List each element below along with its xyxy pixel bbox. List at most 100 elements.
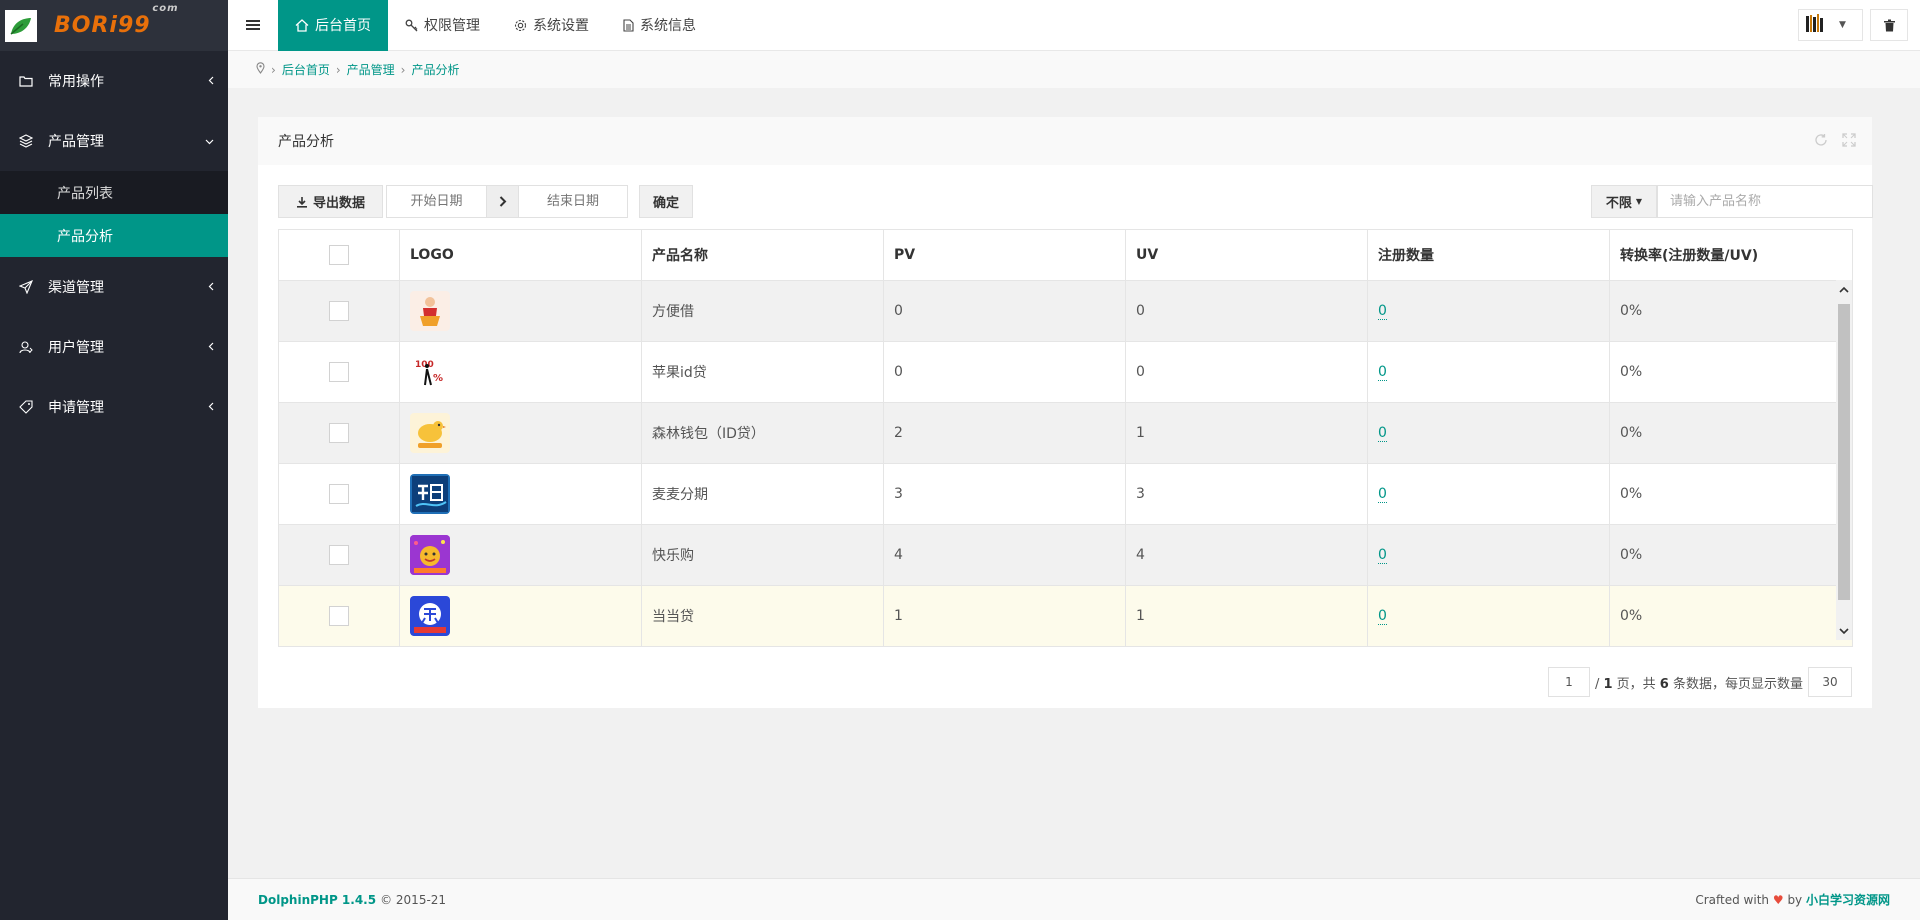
row-checkbox[interactable] (329, 606, 349, 626)
sidebar-item-product[interactable]: 产品管理 (0, 111, 228, 171)
tab-home[interactable]: 后台首页 (278, 0, 388, 51)
logo-cell (400, 525, 642, 585)
toolbar: 导出数据 确定 不限 ▼ (278, 185, 1873, 219)
heart-icon: ♥ (1772, 893, 1784, 907)
topbar: 后台首页 权限管理 系统设置 系统信息 ▼ (228, 0, 1920, 51)
row-select-cell (279, 342, 400, 402)
refresh-icon[interactable] (1814, 133, 1828, 151)
table-row[interactable]: 森林钱包（ID贷） 2 1 0 0% (279, 402, 1852, 463)
uv-value: 4 (1126, 525, 1368, 585)
gear-icon (514, 19, 527, 32)
pv-value: 0 (884, 342, 1126, 402)
clear-cache-button[interactable] (1870, 9, 1908, 41)
filter-dropdown[interactable]: 不限 ▼ (1591, 185, 1657, 218)
row-checkbox[interactable] (329, 423, 349, 443)
confirm-button[interactable]: 确定 (639, 185, 693, 218)
breadcrumb-product[interactable]: 产品管理 (347, 61, 395, 78)
table-row[interactable]: 当当贷 1 1 0 0% (279, 585, 1852, 646)
registration-cell: 0 (1368, 525, 1610, 585)
column-header-logo[interactable]: LOGO (400, 230, 642, 280)
table-row[interactable]: 方便借 0 0 0 0% (279, 280, 1852, 341)
product-logo (410, 535, 450, 575)
registration-count-link[interactable]: 0 (1378, 486, 1387, 503)
uv-value: 0 (1126, 342, 1368, 402)
scroll-up-arrow[interactable] (1836, 280, 1852, 298)
send-icon (18, 279, 34, 295)
sidebar-subitem-product-analysis[interactable]: 产品分析 (0, 214, 228, 257)
registration-count-link[interactable]: 0 (1378, 547, 1387, 564)
column-header-registrations[interactable]: 注册数量 (1368, 230, 1610, 280)
footer-site-link[interactable]: 小白学习资源网 (1806, 893, 1890, 907)
registration-count-link[interactable]: 0 (1378, 303, 1387, 320)
breadcrumb-analysis[interactable]: 产品分析 (411, 61, 459, 78)
user-menu-button[interactable]: ▼ (1798, 9, 1863, 41)
uv-value: 3 (1126, 464, 1368, 524)
sidebar-item-label: 渠道管理 (48, 280, 104, 296)
chevron-left-icon (208, 279, 214, 295)
caret-down-icon: ▼ (1839, 20, 1846, 30)
sidebar-subitem-product-list[interactable]: 产品列表 (0, 171, 228, 214)
start-date-input[interactable] (386, 185, 487, 218)
row-select-cell (279, 586, 400, 646)
scroll-down-arrow[interactable] (1836, 622, 1852, 640)
end-date-input[interactable] (518, 185, 628, 218)
table-scrollbar[interactable] (1836, 280, 1852, 640)
row-checkbox[interactable] (329, 545, 349, 565)
select-all-checkbox[interactable] (329, 245, 349, 265)
scrollbar-thumb[interactable] (1838, 304, 1850, 600)
breadcrumb-separator: › (271, 62, 276, 77)
leaf-icon (5, 9, 37, 42)
table-row[interactable]: 麦麦分期 3 3 0 0% (279, 463, 1852, 524)
card-header: 产品分析 (258, 117, 1872, 165)
sidebar-item-channel[interactable]: 渠道管理 (0, 257, 228, 317)
pv-value: 0 (884, 281, 1126, 341)
registration-count-link[interactable]: 0 (1378, 425, 1387, 442)
page-number-input[interactable] (1547, 667, 1590, 697)
registration-count-link[interactable]: 0 (1378, 364, 1387, 381)
sidebar-item-label: 常用操作 (48, 74, 104, 90)
product-logo (410, 596, 450, 636)
sidebar-item-label: 用户管理 (48, 340, 104, 356)
tab-settings[interactable]: 系统设置 (497, 0, 606, 51)
subitem-label: 产品分析 (57, 228, 113, 245)
product-search-input[interactable] (1657, 185, 1873, 218)
sidebar-item-common[interactable]: 常用操作 (0, 51, 228, 111)
registration-cell: 0 (1368, 342, 1610, 402)
table-row[interactable]: 100% 苹果id贷 0 0 0 0% (279, 341, 1852, 402)
row-checkbox[interactable] (329, 484, 349, 504)
row-checkbox[interactable] (329, 301, 349, 321)
sidebar-item-apply[interactable]: 申请管理 (0, 377, 228, 437)
tab-permission[interactable]: 权限管理 (388, 0, 497, 51)
column-header-uv[interactable]: UV (1126, 230, 1368, 280)
content-card: 产品分析 导出数据 确定 不限 ▼ LOGO 产 (258, 117, 1873, 708)
sidebar-item-user[interactable]: 用户管理 (0, 317, 228, 377)
pv-value: 2 (884, 403, 1126, 463)
fullscreen-icon[interactable] (1842, 133, 1856, 151)
tab-label: 系统信息 (640, 18, 696, 34)
page-size-input[interactable] (1808, 667, 1852, 697)
conversion-rate: 0% (1620, 303, 1643, 319)
table-row[interactable]: 快乐购 4 4 0 0% (279, 524, 1852, 585)
export-button[interactable]: 导出数据 (278, 185, 383, 218)
logo[interactable]: BORi99 com (0, 0, 228, 51)
product-name: 麦麦分期 (642, 464, 884, 524)
map-marker-icon (256, 62, 265, 77)
product-name: 当当贷 (642, 586, 884, 646)
tab-system-info[interactable]: 系统信息 (606, 0, 713, 51)
chevron-right-icon (499, 196, 506, 207)
column-header-pv[interactable]: PV (884, 230, 1126, 280)
breadcrumb-home[interactable]: 后台首页 (282, 61, 330, 78)
column-header-name[interactable]: 产品名称 (642, 230, 884, 280)
column-header-conversion[interactable]: 转换率(注册数量/UV) (1610, 230, 1852, 280)
menu-toggle-button[interactable] (228, 0, 278, 51)
row-checkbox[interactable] (329, 362, 349, 382)
footer-brand[interactable]: DolphinPHP 1.4.5 (258, 893, 376, 907)
pv-value: 4 (884, 525, 1126, 585)
sidebar-menu: 常用操作 产品管理 产品列表 产品分析 渠道管理 用户管理 申请管理 (0, 51, 228, 437)
registration-count-link[interactable]: 0 (1378, 608, 1387, 625)
row-select-cell (279, 464, 400, 524)
logo-cell: 100% (400, 342, 642, 402)
pv-value: 1 (884, 586, 1126, 646)
footer-by-text: by (1787, 893, 1803, 907)
uv-value: 0 (1126, 281, 1368, 341)
